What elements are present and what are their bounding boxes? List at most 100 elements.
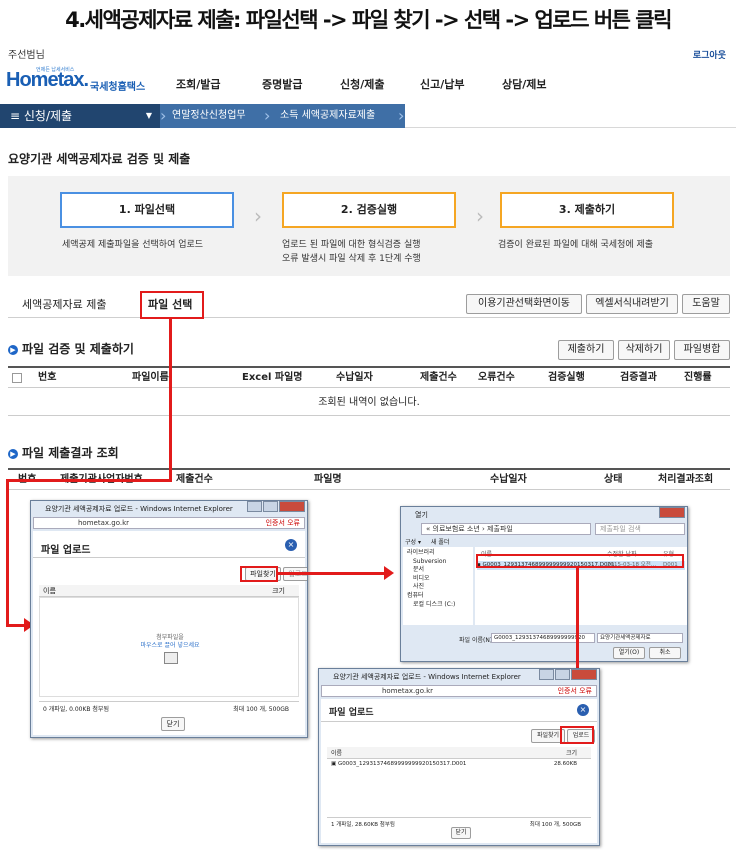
tab-submit[interactable]: 세액공제자료 제출 <box>22 292 106 318</box>
close-button[interactable]: 닫기 <box>161 717 185 731</box>
file-summary: 1 개파일, 28.60KB 첨부됨 최대 100 개, 500GB <box>327 817 591 828</box>
step-validate: 2. 검증실행 <box>282 192 456 228</box>
summary-right: 최대 100 개, 500GB <box>233 706 289 713</box>
col-header: 진행률 <box>684 372 712 383</box>
nav-certificate[interactable]: 증명발급 <box>262 76 302 92</box>
col-header: 파일이름 <box>132 372 169 383</box>
highlight-selected-file <box>476 554 684 568</box>
highlight-find-file <box>240 566 278 582</box>
search-input[interactable]: 제출파일 검색 <box>595 523 685 535</box>
org-select-button[interactable]: 이용기관선택화면이동 <box>466 294 582 314</box>
tree-item[interactable]: 사진 <box>407 583 455 592</box>
section-result-title: ▶ 파일 제출결과 조회 <box>8 444 119 461</box>
nav-apply[interactable]: 신청/제출 <box>340 76 385 92</box>
window-controls <box>658 507 685 520</box>
open-file-dialog: 열기 « 의료보험료 소년 › 제출파일 제출파일 검색 구성 ▾ 새 폴더 라… <box>400 506 688 662</box>
maximize-icon[interactable] <box>555 669 570 680</box>
window-title: 요양기관 세액공제자료 업로드 - Windows Internet Explo… <box>45 505 233 513</box>
dialog-body: 파일 업로드 × 파일찾기 업로드 이름 크기 첨부파일을 마우스로 끌어 넣으… <box>33 531 307 735</box>
window-title: 요양기관 세액공제자료 업로드 - Windows Internet Explo… <box>333 673 521 681</box>
upload-dialog-empty: 요양기관 세액공제자료 업로드 - Windows Internet Explo… <box>30 500 308 738</box>
breadcrumb-item[interactable]: 연말정산신청업무 <box>172 104 246 128</box>
dialog-heading: 파일 업로드 <box>41 545 91 556</box>
path-bar[interactable]: « 의료보험료 소년 › 제출파일 <box>421 523 591 535</box>
organize-menu[interactable]: 구성 ▾ <box>405 537 421 546</box>
breadcrumb-bar: ≡ 신청/제출 ▼ › 연말정산신청업무 › 소득 세액공제자료제출 › <box>0 104 736 128</box>
maximize-icon[interactable] <box>263 501 278 512</box>
breadcrumb-item[interactable]: 소득 세액공제자료제출 <box>280 104 375 128</box>
col-header: 상태 <box>604 474 623 485</box>
col-header: 처리결과조회 <box>658 474 714 485</box>
help-button[interactable]: 도움말 <box>682 294 730 314</box>
close-icon[interactable] <box>571 669 597 680</box>
close-icon[interactable]: × <box>285 539 297 551</box>
file-list-header: 이름 크기 <box>327 747 591 759</box>
step-desc: 업로드 된 파일에 대한 형식검증 실행 <box>282 240 421 250</box>
submit-button[interactable]: 제출하기 <box>558 340 614 360</box>
col-size: 크기 <box>565 750 577 757</box>
open-button[interactable]: 열기(O) <box>613 647 645 659</box>
step-desc: 오류 발생시 파일 삭제 후 1단계 수행 <box>282 254 421 264</box>
file-size: 28.60KB <box>553 761 577 767</box>
file-type-select[interactable]: 요양기관세액공제자료 <box>597 633 683 643</box>
col-name: 이름 <box>43 587 56 595</box>
cert-error[interactable]: 인증서 오류 <box>558 686 592 696</box>
url-text: hometax.go.kr <box>382 687 434 695</box>
minimize-icon[interactable] <box>247 501 262 512</box>
connector-line <box>6 479 172 482</box>
tree-item[interactable]: 문서 <box>407 566 455 575</box>
logout-link[interactable]: 로그아웃 <box>693 48 726 61</box>
delete-button[interactable]: 삭제하기 <box>618 340 670 360</box>
user-name: 주선범님 <box>8 50 45 61</box>
file-row[interactable]: ▣ G0003_12931374689999999920150317.D001 … <box>327 759 591 769</box>
step-submit: 3. 제출하기 <box>500 192 674 228</box>
address-bar[interactable]: hometax.go.kr 인증서 오류 <box>321 685 597 697</box>
tree-item[interactable]: 라이브러리 <box>407 549 455 558</box>
highlight-upload <box>560 726 594 744</box>
close-button[interactable]: 닫기 <box>451 827 471 839</box>
drag-drop-icon <box>164 652 178 664</box>
close-icon[interactable]: × <box>577 704 589 716</box>
tree-item[interactable]: 컴퓨터 <box>407 592 455 601</box>
filename-input[interactable]: G0003_12931374689999999920 <box>491 633 595 643</box>
tree-item[interactable]: 로컬 디스크 (C:) <box>407 601 455 610</box>
close-icon[interactable] <box>279 501 305 512</box>
logo-main-text: Hometax. <box>6 69 89 91</box>
arrow-head-icon <box>384 566 394 580</box>
tree-list: 라이브러리 Subversion 문서 비디오 사진 컴퓨터 로컬 디스크 (C… <box>407 549 455 609</box>
menu-dropdown[interactable]: ≡ 신청/제출 ▼ <box>0 104 160 128</box>
chevron-right-icon: › <box>264 106 271 125</box>
tree-item[interactable]: Subversion <box>407 558 455 567</box>
summary-right: 최대 100 개, 500GB <box>529 822 581 828</box>
hometax-logo[interactable]: 언제든 납세서비스 Hometax. 국세청홈택스 <box>6 64 146 94</box>
dialog-body: 파일 업로드 × 파일찾기 업로드 이름 크기 ▣ G0003_12931374… <box>321 699 597 843</box>
section-validate-title: ▶ 파일 검증 및 제출하기 <box>8 340 134 357</box>
checkbox[interactable]: ▣ <box>331 761 336 767</box>
drop-hint: 마우스로 끌어 넣으세요 <box>140 642 200 649</box>
select-all-checkbox[interactable] <box>12 373 22 383</box>
excel-download-button[interactable]: 엑셀서식내려받기 <box>586 294 678 314</box>
close-icon[interactable] <box>659 507 685 518</box>
minimize-icon[interactable] <box>539 669 554 680</box>
merge-button[interactable]: 파일병합 <box>674 340 730 360</box>
col-header: 제출건수 <box>176 474 213 485</box>
cancel-button[interactable]: 취소 <box>649 647 681 659</box>
highlight-file-select <box>140 291 204 319</box>
folder-tree: 라이브러리 Subversion 문서 비디오 사진 컴퓨터 로컬 디스크 (C… <box>403 547 473 625</box>
logo-sub-text: 국세청홈택스 <box>90 82 146 93</box>
step-file-select: 1. 파일선택 <box>60 192 234 228</box>
new-folder-button[interactable]: 새 폴더 <box>431 537 449 546</box>
step-desc: 세액공제 제출파일을 선택하여 업로드 <box>62 240 204 250</box>
col-size: 크기 <box>272 587 285 595</box>
divider <box>33 557 305 558</box>
window-controls <box>246 501 305 514</box>
nav-inquiry[interactable]: 조회/발급 <box>176 76 221 92</box>
address-bar[interactable]: hometax.go.kr 인증서 오류 <box>33 517 305 529</box>
chevron-right-icon: › <box>398 106 405 125</box>
file-drop-zone[interactable]: 첨부파일을 마우스로 끌어 넣으세요 <box>39 597 299 697</box>
nav-report[interactable]: 신고/납부 <box>420 76 465 92</box>
divider <box>321 721 597 722</box>
col-header: 번호 <box>38 372 57 383</box>
cert-error[interactable]: 인증서 오류 <box>266 518 300 528</box>
nav-consult[interactable]: 상담/제보 <box>502 76 547 92</box>
